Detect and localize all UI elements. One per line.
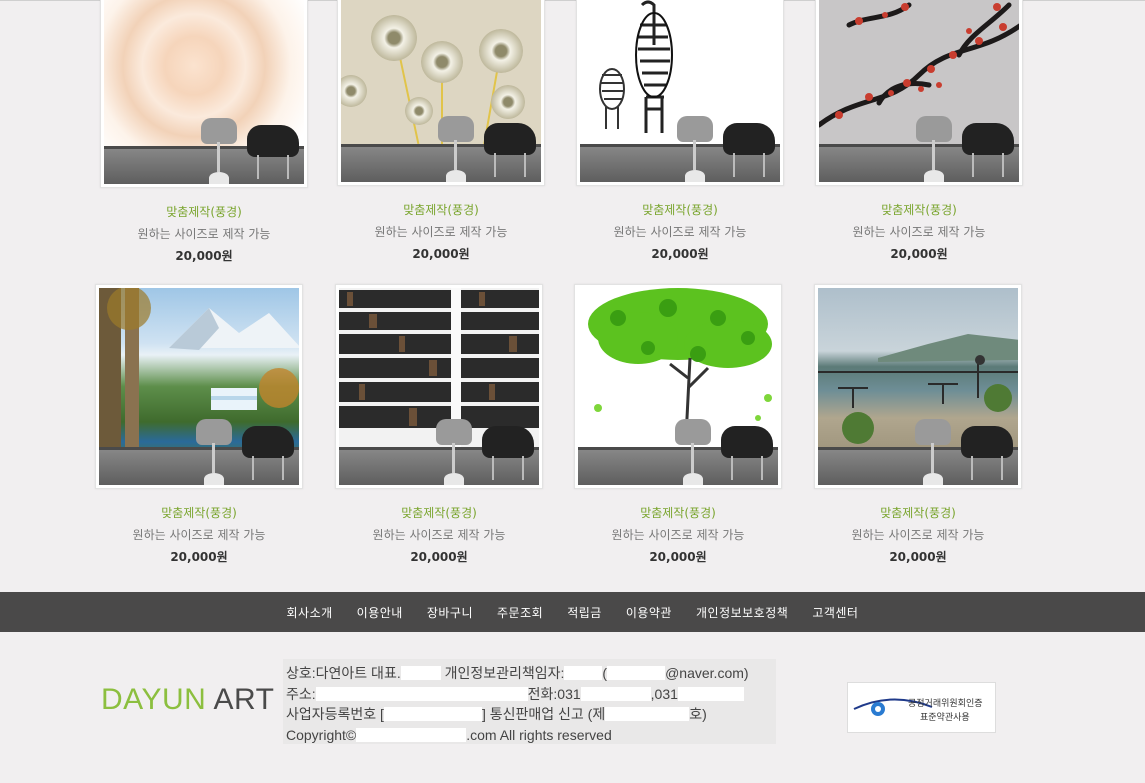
footer-link-cart[interactable]: 장바구니 [427,604,473,621]
product-price: 20,000원 [889,550,947,564]
badge-line-2: 표준약관사용 [920,713,970,723]
product-name[interactable]: 맞춤제작(풍경) [575,202,785,218]
product-price: 20,000원 [651,247,709,261]
product-image[interactable] [576,0,784,186]
product-image[interactable] [335,284,543,489]
product-name[interactable]: 맞춤제작(풍경) [573,505,783,521]
product-card[interactable]: 맞춤제작(풍경) 원하는 사이즈로 제작 가능 20,000원 [813,284,1023,565]
product-image[interactable] [95,284,303,489]
badge-line-1: 공정거래위원회인증 [908,699,983,709]
product-card[interactable]: 맞춤제작(풍경) 원하는 사이즈로 제작 가능 20,000원 [94,284,304,565]
product-card[interactable]: 맞춤제작(풍경) 원하는 사이즈로 제작 가능 20,000원 [575,0,785,262]
footer-nav: 회사소개 이용안내 장바구니 주문조회 적립금 이용약관 개인정보보호정책 고객… [0,592,1145,632]
product-name[interactable]: 맞춤제작(풍경) [813,505,1023,521]
product-description: 원하는 사이즈로 제작 가능 [613,225,747,239]
product-name[interactable]: 맞춤제작(풍경) [336,202,546,218]
product-name[interactable]: 맞춤제작(풍경) [334,505,544,521]
product-description: 원하는 사이즈로 제작 가능 [851,528,985,542]
info-line-4: Copyright© .com All rights reserved [286,726,612,743]
fair-trade-badge[interactable]: 공정거래위원회인증 표준약관사용 [847,682,996,733]
product-description: 원하는 사이즈로 제작 가능 [852,225,986,239]
product-description: 원하는 사이즈로 제작 가능 [137,227,271,241]
product-card[interactable]: 맞춤제작(풍경) 원하는 사이즈로 제작 가능 20,000원 [814,0,1024,262]
product-price: 20,000원 [412,247,470,261]
product-description: 원하는 사이즈로 제작 가능 [372,528,506,542]
product-description: 원하는 사이즈로 제작 가능 [132,528,266,542]
footer-logo[interactable]: DAYUN ART [101,683,274,717]
company-info: 상호:다연아트 대표. 개인정보관리책임자:(@naver.com) 주소: 전화… [283,659,776,744]
footer-link-company[interactable]: 회사소개 [287,604,333,621]
product-image[interactable] [574,284,782,489]
product-price: 20,000원 [890,247,948,261]
product-name[interactable]: 맞춤제작(풍경) [99,204,309,220]
footer-link-terms[interactable]: 이용약관 [626,604,672,621]
product-name[interactable]: 맞춤제작(풍경) [94,505,304,521]
footer-link-order-lookup[interactable]: 주문조회 [497,604,543,621]
product-price: 20,000원 [170,550,228,564]
product-price: 20,000원 [649,550,707,564]
product-card[interactable]: 맞춤제작(풍경) 원하는 사이즈로 제작 가능 20,000원 [334,284,544,565]
product-card[interactable]: 맞춤제작(풍경) 원하는 사이즈로 제작 가능 20,000원 [336,0,546,262]
info-line-3: 사업자등록번호 [] 통신판매업 신고 (제 호) [286,706,707,722]
product-image[interactable] [337,0,545,186]
product-image[interactable] [814,284,1022,489]
info-line-1: 상호:다연아트 대표. 개인정보관리책임자:(@naver.com) [286,665,749,681]
logo-part-2: ART [213,683,275,716]
footer-link-privacy[interactable]: 개인정보보호정책 [696,604,788,621]
footer-link-guide[interactable]: 이용안내 [357,604,403,621]
footer-link-support[interactable]: 고객센터 [812,604,858,621]
product-name[interactable]: 맞춤제작(풍경) [814,202,1024,218]
product-grid: 맞춤제작(풍경) 원하는 사이즈로 제작 가능 20,000원 맞춤제작(풍경)… [0,0,1145,592]
product-description: 원하는 사이즈로 제작 가능 [374,225,508,239]
product-image[interactable] [100,0,308,188]
product-card[interactable]: 맞춤제작(풍경) 원하는 사이즈로 제작 가능 20,000원 [99,0,309,264]
product-price: 20,000원 [410,550,468,564]
product-price: 20,000원 [175,249,233,263]
product-description: 원하는 사이즈로 제작 가능 [611,528,745,542]
logo-part-1: DAYUN [101,683,207,716]
info-line-2: 주소: 전화:031,031 [286,684,773,705]
product-image[interactable] [815,0,1023,186]
product-card[interactable]: 맞춤제작(풍경) 원하는 사이즈로 제작 가능 20,000원 [573,284,783,565]
footer-link-points[interactable]: 적립금 [567,604,602,621]
